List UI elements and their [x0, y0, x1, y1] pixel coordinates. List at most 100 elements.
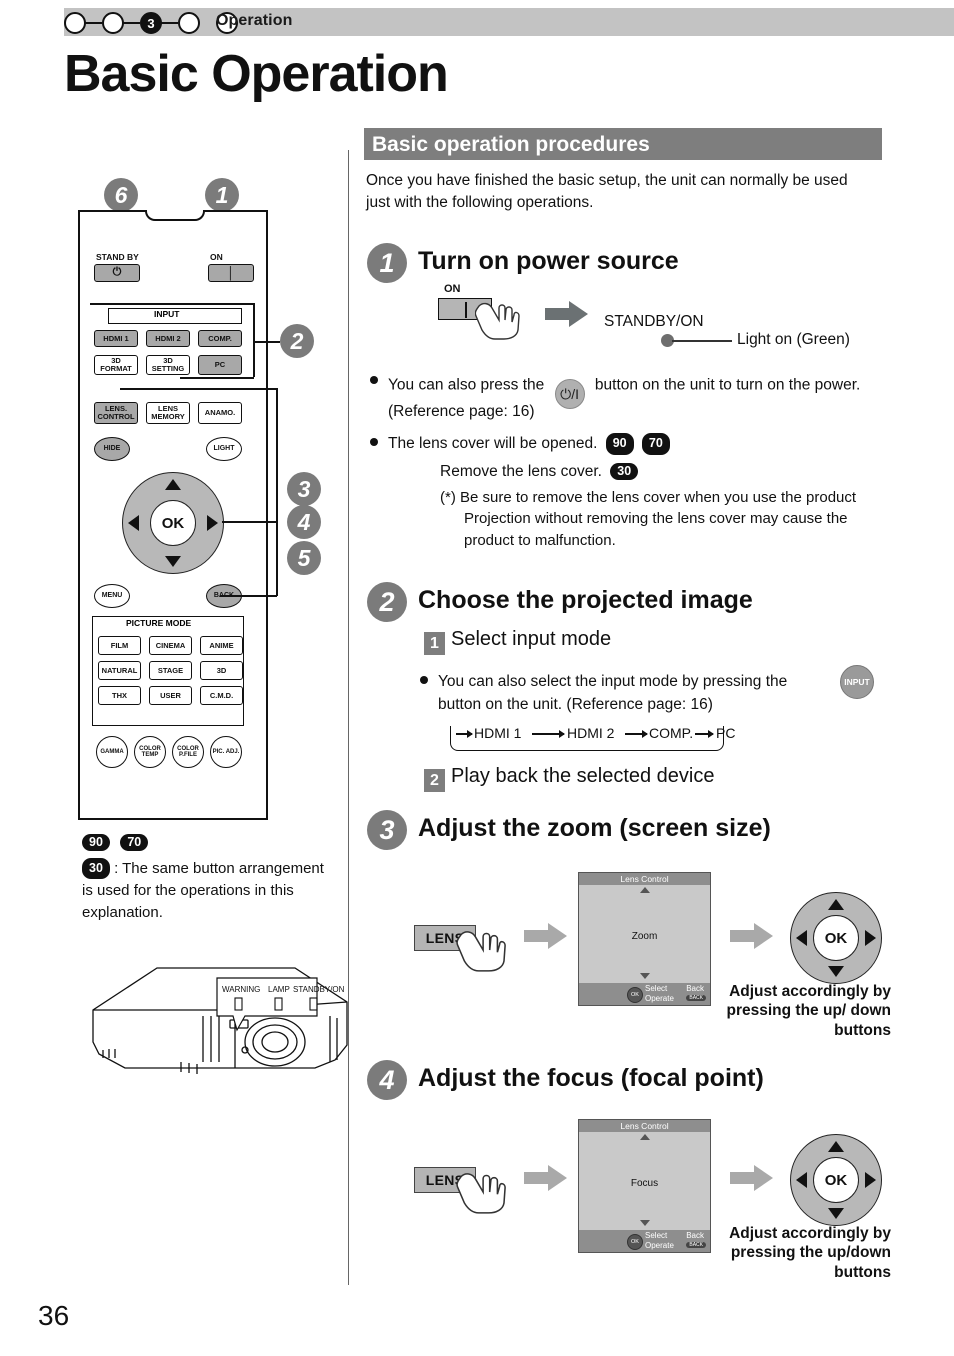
osd-select-label: Select [645, 1231, 668, 1240]
setting3d-label: 3D SETTING [151, 356, 185, 373]
substep-1-number: 1 [424, 632, 445, 655]
picture-mode-group-label: PICTURE MODE [122, 618, 196, 628]
pill-90: 90 [605, 433, 634, 455]
remote-3dsetting-button[interactable]: 3D SETTING [146, 355, 190, 375]
remote-hdmi2-button[interactable]: HDMI 2 [146, 330, 190, 347]
step-4-badge: 4 [367, 1060, 407, 1100]
osd-back-label: Back [686, 1231, 704, 1240]
color-temp-label: COLOR TEMP [139, 745, 161, 758]
remote-dpad[interactable]: OK [122, 472, 224, 574]
footnote-pills: 90 70 [82, 834, 149, 852]
callout-3: 3 [287, 472, 321, 506]
dpad-ok-button[interactable]: OK [813, 1157, 859, 1203]
step4-dpad-illustration[interactable]: OK [790, 1134, 882, 1226]
remote-anime-button[interactable]: ANIME [200, 636, 243, 655]
remote-pc-button[interactable]: PC [198, 355, 242, 375]
dpad-right-icon[interactable] [865, 1172, 876, 1188]
callout5-line-h [220, 595, 277, 597]
bullet-dot [420, 676, 428, 684]
dpad-left-icon[interactable] [128, 515, 139, 531]
substep-1-label: Select input mode [451, 628, 612, 650]
remote-3dformat-button[interactable]: 3D FORMAT [94, 355, 138, 375]
page-number: 36 [38, 1300, 70, 1331]
osd-value: Focus [630, 1178, 659, 1189]
callout-5: 5 [287, 541, 321, 575]
osd-down-arrow-icon [639, 1220, 650, 1226]
remote-thx-button[interactable]: THX [98, 686, 141, 705]
hide-label: HIDE [103, 445, 121, 453]
dpad-left-icon[interactable] [796, 930, 807, 946]
pill-30: 30 [82, 858, 110, 880]
progress-dot-3-active: 3 [140, 12, 162, 34]
remote-standby-button[interactable]: ⏻ [94, 264, 140, 282]
standby-label: STAND BY [96, 252, 139, 262]
film-label: FILM [110, 640, 129, 650]
remote-lens-memory-button[interactable]: LENS MEMORY [146, 402, 190, 424]
remote-natural-button[interactable]: NATURAL [98, 661, 141, 680]
dpad-down-icon[interactable] [828, 1208, 844, 1219]
callout-1: 1 [205, 178, 239, 212]
remote-light-button[interactable]: LIGHT [206, 437, 242, 461]
step1-arrow [545, 300, 588, 327]
cycle-item-comp: COMP. [649, 725, 694, 741]
osd-up-arrow-icon [639, 887, 650, 893]
remote-film-button[interactable]: FILM [98, 636, 141, 655]
callout2-line-h [253, 341, 280, 343]
remote-cmd-button[interactable]: C.M.D. [200, 686, 243, 705]
substep-2-label: Play back the selected device [451, 765, 715, 787]
step1-on-label: ON [444, 283, 461, 295]
remote-user-button[interactable]: USER [149, 686, 192, 705]
remote-pic-adj-button[interactable]: PIC. ADJ. [210, 736, 242, 768]
pill-70: 70 [120, 834, 149, 851]
dpad-ok-button[interactable]: OK [813, 915, 859, 961]
remote-on-button[interactable]: │ [208, 264, 254, 282]
remote-control-diagram: STAND BY ON ⏻ │ INPUT HDMI 1 HDMI 2 COMP… [78, 210, 268, 820]
dpad-left-icon[interactable] [796, 1172, 807, 1188]
dpad-right-icon[interactable] [207, 515, 218, 531]
anime-label: ANIME [209, 640, 234, 650]
cycle-arrow-2 [625, 730, 648, 737]
remote-comp-button[interactable]: COMP. [198, 330, 242, 347]
callout2-line-top [90, 303, 254, 305]
remote-stage-button[interactable]: STAGE [149, 661, 192, 680]
osd-back-button-icon: BACK [686, 995, 706, 1001]
comp-label: COMP. [208, 333, 232, 343]
step1-remove-lens-text: Remove the lens cover. [440, 463, 602, 480]
dpad-down-icon[interactable] [828, 966, 844, 977]
dpad-right-icon[interactable] [865, 930, 876, 946]
callout2-line-bot [180, 377, 254, 379]
remote-lens-control-button[interactable]: LENS. CONTROL [94, 402, 138, 424]
osd-ok-icon: OK [627, 987, 643, 1003]
hdmi2-label: HDMI 2 [155, 333, 181, 343]
remote-gamma-button[interactable]: GAMMA [96, 736, 128, 768]
step3-dpad-illustration[interactable]: OK [790, 892, 882, 984]
remote-ok-button[interactable]: OK [150, 500, 196, 546]
remote-anamo-button[interactable]: ANAMO. [198, 402, 242, 424]
power-toggle-icon: ⏻/I [554, 379, 585, 409]
callout4-line-h [222, 521, 277, 523]
osd-footer: OK Select Operate Back BACK [579, 1230, 710, 1252]
cycle-item-hdmi1: HDMI 1 [474, 725, 522, 741]
callout-2: 2 [280, 324, 314, 358]
remote-cinema-button[interactable]: CINEMA [149, 636, 192, 655]
dpad-up-icon[interactable] [828, 899, 844, 910]
remote-color-temp-button[interactable]: COLOR TEMP [134, 736, 166, 768]
pc-label: PC [214, 360, 226, 370]
remote-hdmi1-button[interactable]: HDMI 1 [94, 330, 138, 347]
dpad-down-icon[interactable] [165, 556, 181, 567]
stage-label: STAGE [157, 665, 184, 675]
dpad-up-icon[interactable] [165, 479, 181, 490]
lens-memory-label: LENS MEMORY [151, 404, 185, 421]
substep-2-number: 2 [424, 769, 445, 792]
remote-3d-button[interactable]: 3D [200, 661, 243, 680]
gamma-label: GAMMA [100, 748, 124, 755]
page-title: Basic Operation [64, 45, 449, 103]
remote-hide-button[interactable]: HIDE [94, 437, 130, 461]
dpad-up-icon[interactable] [828, 1141, 844, 1152]
remote-menu-button[interactable]: MENU [94, 584, 130, 608]
step2-bullet: You can also select the input mode by pr… [420, 670, 830, 717]
remote-color-pfile-button[interactable]: COLOR P.FILE [172, 736, 204, 768]
step3-arrow-1 [524, 922, 567, 949]
callout-4: 4 [287, 505, 321, 539]
menu-label: MENU [101, 592, 123, 600]
